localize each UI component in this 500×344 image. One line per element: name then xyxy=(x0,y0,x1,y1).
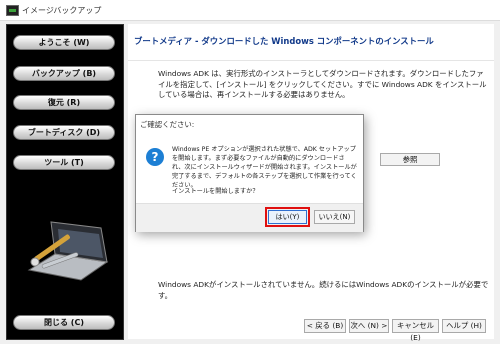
back-button[interactable]: < 戻る (B) xyxy=(304,319,346,333)
app-icon xyxy=(6,5,19,16)
window-title: イメージバックアップ xyxy=(22,6,102,15)
help-button[interactable]: ヘルプ (H) xyxy=(442,319,486,333)
title-bar: イメージバックアップ xyxy=(0,0,500,21)
cancel-button[interactable]: キャンセル (E) xyxy=(392,319,439,342)
dialog-title: ご確認ください: xyxy=(140,120,195,129)
status-text: Windows ADKがインストールされていません。続けるにはWindows A… xyxy=(158,280,489,300)
next-button[interactable]: 次へ (N) > xyxy=(349,319,389,333)
nav-bootdisk-button[interactable]: ブートディスク (D) xyxy=(13,125,115,140)
dialog-footer: はい(Y) いいえ(N) xyxy=(136,203,363,232)
description-text: Windows ADK は、実行形式のインストーラとしてダウンロードされます。ダ… xyxy=(158,69,487,99)
nav-tools-button[interactable]: ツール (T) xyxy=(13,155,115,170)
laptop-tools-illustration xyxy=(27,221,109,281)
sidebar: ようこそ (W) バックアップ (B) 復元 (R) ブートディスク (D) ツ… xyxy=(6,24,124,340)
close-button[interactable]: 閉じる (C) xyxy=(13,315,115,330)
page-title: ブートメディア - ダウンロードした Windows コンポーネントのインストー… xyxy=(134,36,434,46)
nav-welcome-button[interactable]: ようこそ (W) xyxy=(13,35,115,50)
dialog-question: インストールを開始しますか？ xyxy=(172,188,259,195)
nav-restore-button[interactable]: 復元 (R) xyxy=(13,95,115,110)
question-icon: ? xyxy=(146,148,164,166)
confirm-dialog: ご確認ください: ? Windows PE オプションが選択された状態で、ADK… xyxy=(135,114,364,232)
dialog-message: Windows PE オプションが選択された状態で、ADK セットアップを開始し… xyxy=(172,146,357,189)
no-button[interactable]: いいえ(N) xyxy=(314,210,355,224)
nav-backup-button[interactable]: バックアップ (B) xyxy=(13,66,115,81)
page-header: ブートメディア - ダウンロードした Windows コンポーネントのインストー… xyxy=(128,24,494,60)
browse-button[interactable]: 参照 xyxy=(380,153,440,166)
yes-button[interactable]: はい(Y) xyxy=(265,207,310,227)
